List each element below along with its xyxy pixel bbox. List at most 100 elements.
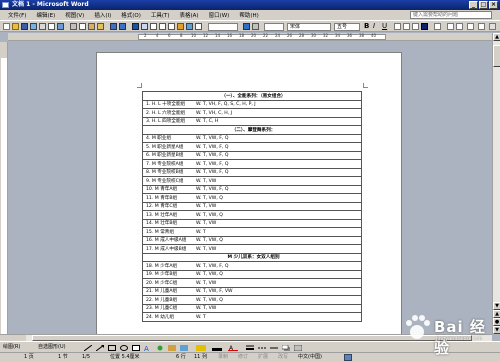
minimize-button[interactable]: _: [469, 1, 478, 9]
bullets-icon[interactable]: [456, 23, 463, 30]
zoom-select[interactable]: [208, 23, 238, 31]
picture-icon[interactable]: [180, 345, 188, 351]
table-cell[interactable]: 15. M 常青组 W. T: [142, 227, 362, 237]
toolbar-options-icon[interactable]: [489, 23, 496, 30]
format-painter-icon[interactable]: [97, 23, 104, 30]
line-icon[interactable]: [84, 345, 92, 351]
table-cell[interactable]: 8. M 专业院校B组 W. T, VW, F, Q: [142, 167, 362, 177]
table-cell[interactable]: 22. M 儿童B组 W. T, VW, Q: [142, 295, 362, 305]
redo-icon[interactable]: [119, 23, 126, 30]
drawing-icon[interactable]: [177, 23, 184, 30]
table-cell[interactable]: 6. M 职业新星B组 W. T, VW, F, Q: [142, 150, 362, 160]
menu-table[interactable]: 表格(A): [180, 11, 199, 19]
document-area[interactable]: （一）、全能系列：（易女组合） 1. H. L 十项全能组 W. T, VH, F,…: [8, 42, 492, 334]
table-cell[interactable]: 20. M 少年C组 W. T, VW: [142, 278, 362, 288]
new-document-icon[interactable]: [3, 23, 10, 30]
3d-style-icon[interactable]: [294, 345, 302, 351]
menu-help[interactable]: 帮助(H): [239, 11, 258, 19]
diagram-icon[interactable]: [156, 345, 164, 351]
table-cell[interactable]: 7. M 专业院校A组 W. T, VW, F, Q: [142, 159, 362, 169]
spelling-status-icon[interactable]: [344, 354, 352, 361]
numbering-icon[interactable]: [447, 23, 454, 30]
save-icon[interactable]: [21, 23, 28, 30]
tables-borders-icon[interactable]: [141, 23, 148, 30]
shadow-style-icon[interactable]: [282, 345, 290, 351]
dash-style-icon[interactable]: [258, 345, 266, 351]
status-rec[interactable]: 录制: [218, 353, 228, 362]
align-center-icon[interactable]: [403, 23, 410, 30]
copy-icon[interactable]: [79, 23, 86, 30]
undo-icon[interactable]: [110, 23, 117, 30]
table-cell[interactable]: 23. M 儿童C组 W. T, VW: [142, 303, 362, 313]
autoshapes-menu[interactable]: 自选图形(U): [38, 342, 66, 352]
italic-button[interactable]: I: [373, 23, 380, 30]
permission-icon[interactable]: [30, 23, 37, 30]
table-cell[interactable]: 10. M 青年A组 W. T, VW, F, Q: [142, 184, 362, 194]
oval-icon[interactable]: [120, 345, 128, 351]
font-color-icon[interactable]: A: [228, 345, 238, 351]
read-icon[interactable]: [252, 23, 259, 30]
line-spacing-icon[interactable]: [434, 23, 441, 30]
align-right-icon[interactable]: [412, 23, 419, 30]
line-color-icon[interactable]: [212, 345, 222, 351]
wordart-icon[interactable]: A: [144, 345, 152, 351]
table-cell[interactable]: 24. M 幼儿组 W. T: [142, 312, 362, 322]
underline-button[interactable]: U: [382, 23, 389, 30]
clipart-icon[interactable]: [168, 345, 176, 351]
table-cell[interactable]: 4. M 职业组 W. T, VW, F, Q: [142, 133, 362, 143]
show-hide-icon[interactable]: [195, 23, 202, 30]
word-app-icon[interactable]: [2, 2, 9, 8]
menu-window[interactable]: 窗口(W): [209, 11, 230, 19]
vertical-ruler[interactable]: [0, 42, 8, 334]
table-cell[interactable]: 3. H. L 四项全能组 W. T, C, H: [142, 116, 362, 126]
table-heading-cell[interactable]: （二）、摩登舞系列：: [142, 125, 362, 135]
status-ovr[interactable]: 改写: [278, 353, 288, 362]
draw-menu[interactable]: 绘图(R): [3, 342, 20, 352]
table-heading-cell[interactable]: M 少儿双系：女双人组别: [142, 252, 362, 262]
table-cell[interactable]: 21. M 儿童A组 W. T, VW, F, VW: [142, 286, 362, 296]
close-button[interactable]: ×: [489, 1, 498, 9]
table-cell[interactable]: 14. M 壮年B组 W. T, VW: [142, 218, 362, 228]
vertical-scroll-thumb[interactable]: [493, 45, 500, 67]
help-icon[interactable]: [243, 23, 250, 30]
table-cell[interactable]: 16. M 成人中级A组 W. T, VW, Q: [142, 235, 362, 245]
table-cell[interactable]: 18. M 少年A组 W. T, VW, F, Q: [142, 261, 362, 271]
table-cell[interactable]: 2. H. L 六项全能组 W. T, VH, C, H, J: [142, 108, 362, 118]
scroll-down-button[interactable]: ▼: [493, 302, 500, 310]
table-cell[interactable]: 1. H. L 十项全能组 W. T, VH, F, Q, S, C, H, P,…: [142, 99, 362, 109]
hyperlink-icon[interactable]: [132, 23, 139, 30]
increase-indent-icon[interactable]: [478, 23, 485, 30]
document-table[interactable]: （一）、全能系列：（易女组合） 1. H. L 十项全能组 W. T, VH, F,…: [142, 91, 362, 322]
help-question-input[interactable]: 键入需要帮助的问题: [410, 11, 492, 19]
scroll-up-button[interactable]: ▲: [493, 33, 500, 41]
table-cell[interactable]: 17. M 成人中级B组 W. T, VW: [142, 244, 362, 254]
cut-icon[interactable]: [70, 23, 77, 30]
status-trk[interactable]: 修订: [238, 353, 248, 362]
menu-view[interactable]: 视图(V): [65, 11, 84, 19]
table-cell[interactable]: 11. M 青年B组 W. T, VW, Q: [142, 193, 362, 203]
font-size-select[interactable]: 五号: [334, 23, 360, 31]
horizontal-ruler[interactable]: 2 4 6 8 10 12 14 16 18 20 22 24 26 28 30…: [8, 33, 492, 41]
table-cell[interactable]: 13. M 壮年A组 W. T, VW, Q: [142, 210, 362, 220]
table-cell[interactable]: 9. M 专业院校C组 W. T, VW: [142, 176, 362, 186]
textbox-icon[interactable]: [132, 345, 140, 351]
status-ext[interactable]: 扩展: [258, 353, 268, 362]
decrease-indent-icon[interactable]: [467, 23, 474, 30]
line-style-icon[interactable]: [246, 345, 254, 351]
maximize-button[interactable]: □: [479, 1, 488, 9]
menu-format[interactable]: 格式(O): [121, 11, 141, 19]
justify-icon[interactable]: [421, 23, 428, 30]
document-map-icon[interactable]: [186, 23, 193, 30]
insert-excel-icon[interactable]: [159, 23, 166, 30]
table-cell[interactable]: 5. M 职业新星A组 W. T, VW, F, Q: [142, 142, 362, 152]
fill-color-icon[interactable]: [196, 345, 206, 351]
menu-tools[interactable]: 工具(T): [151, 11, 170, 19]
menu-insert[interactable]: 插入(I): [94, 11, 111, 19]
print-icon[interactable]: [39, 23, 46, 30]
spelling-icon[interactable]: [57, 23, 64, 30]
columns-icon[interactable]: [168, 23, 175, 30]
document-page[interactable]: （一）、全能系列：（易女组合） 1. H. L 十项全能组 W. T, VH, F,…: [96, 52, 402, 334]
align-left-icon[interactable]: [394, 23, 401, 30]
table-heading-cell[interactable]: （一）、全能系列：（易女组合）: [142, 91, 362, 101]
table-cell[interactable]: 19. M 少年B组 W. T, VW, Q: [142, 269, 362, 279]
